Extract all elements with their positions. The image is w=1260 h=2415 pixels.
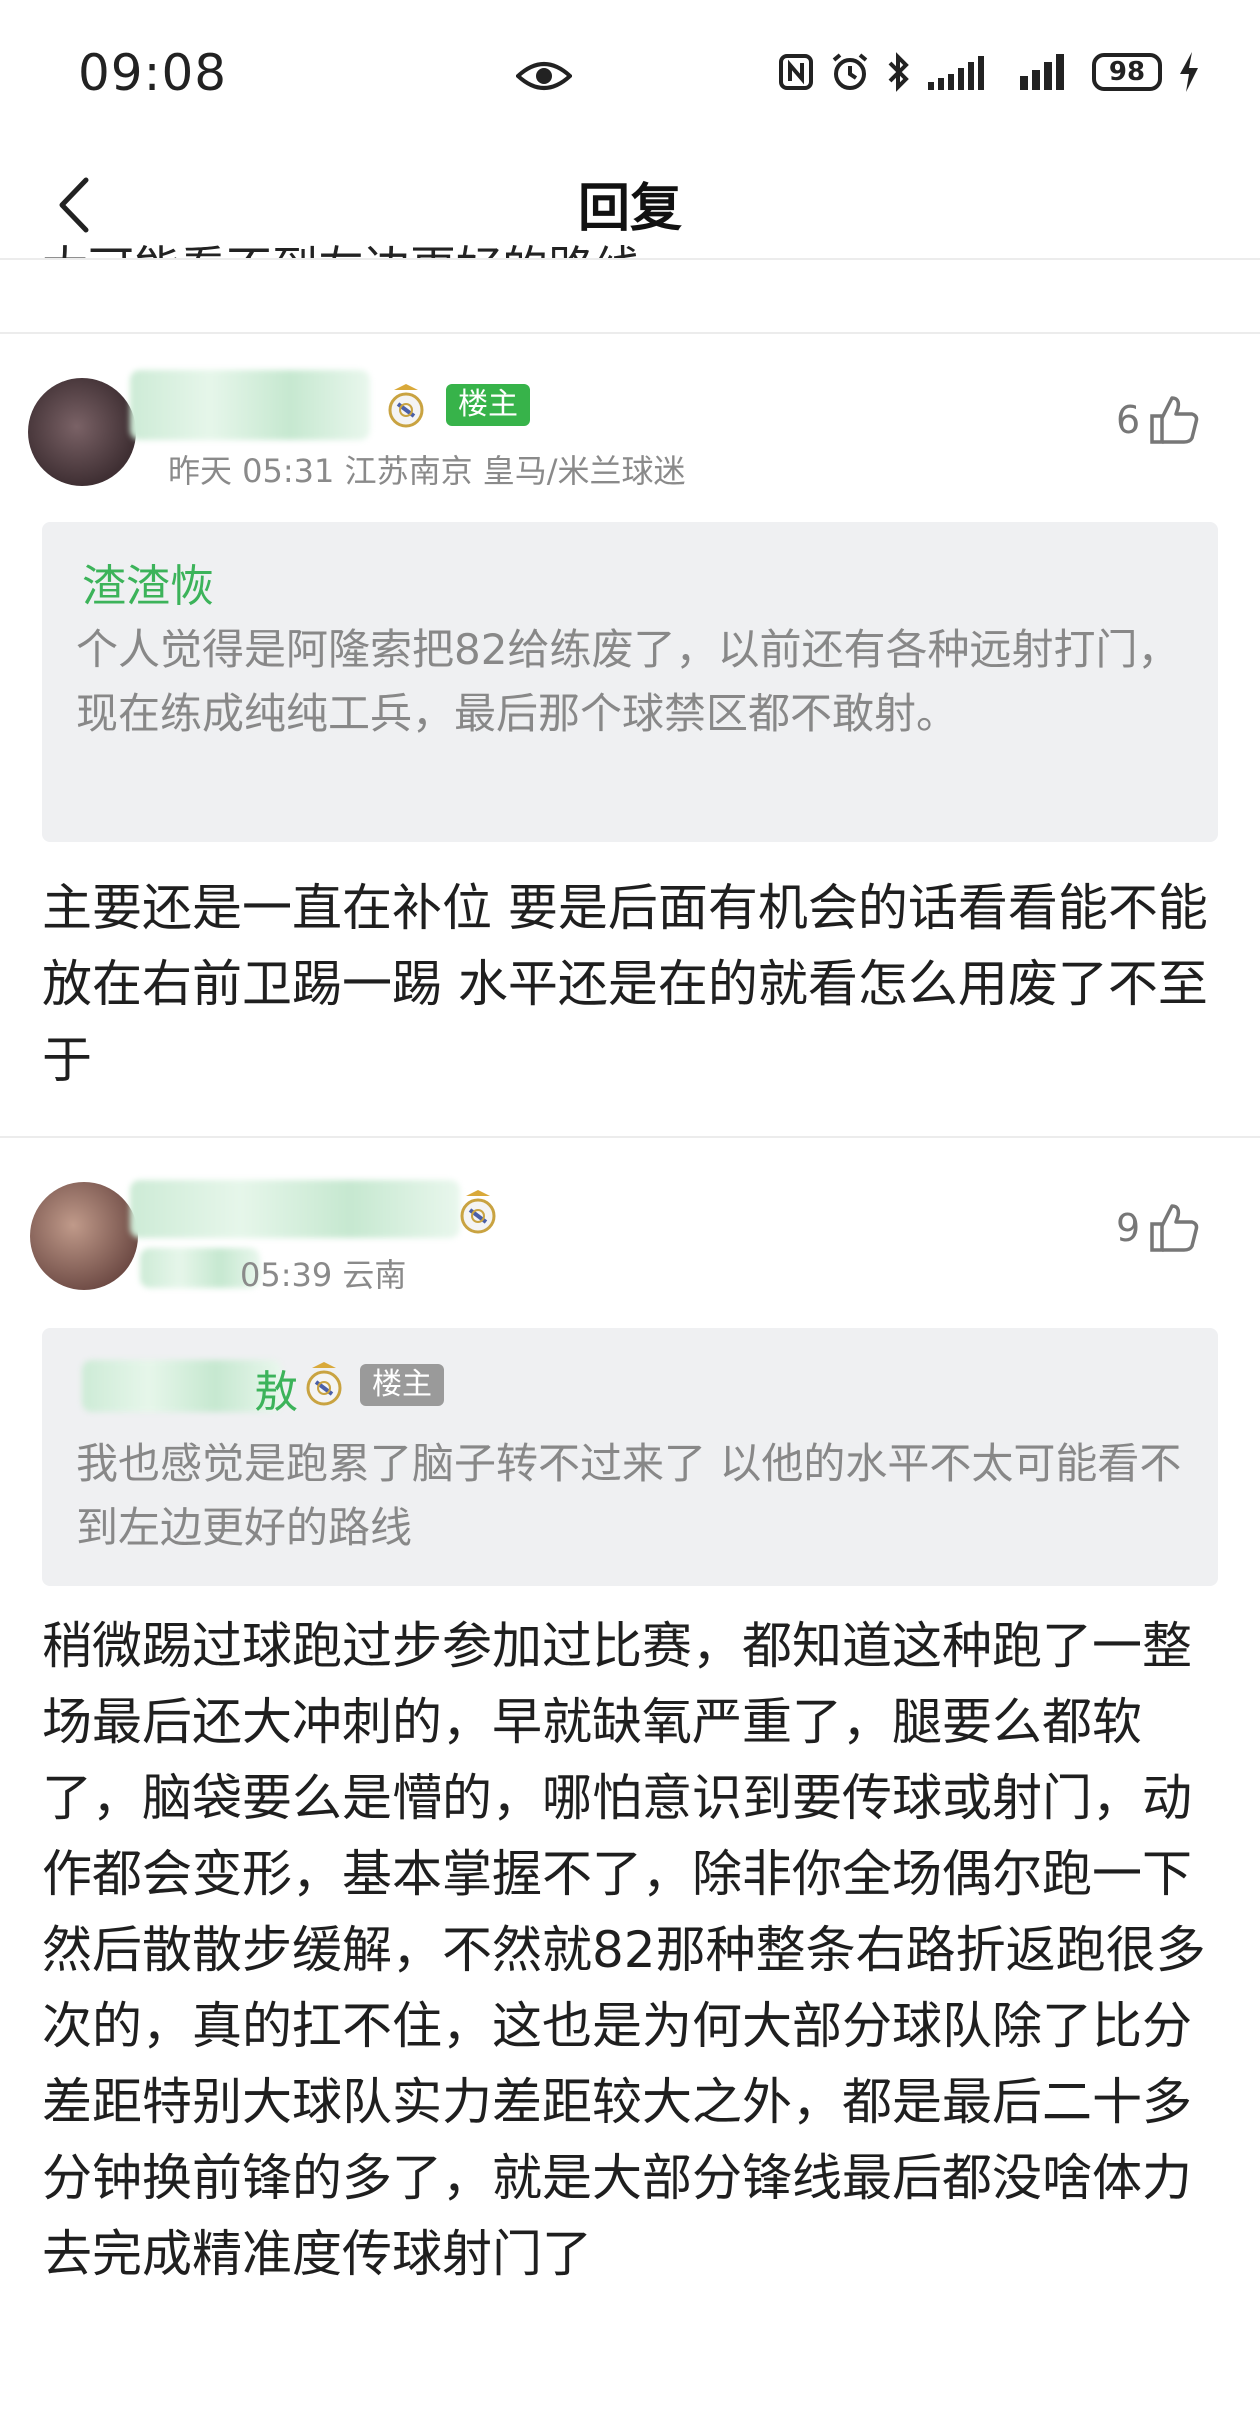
thumbs-up-icon [1150, 1204, 1199, 1252]
club-crest-icon [306, 1362, 342, 1406]
club-crest-icon [388, 384, 424, 428]
quote-text: 我也感觉是跑累了脑子转不过来了 以他的水平不太可能看不到左边更好的路线 [76, 1439, 1182, 1552]
battery-icon: 98 [1092, 53, 1162, 91]
quoted-reply[interactable]: 渣渣恢 个人觉得是阿隆索把82给练废了，以前还有各种远射打门，现在练成纯纯工兵，… [42, 522, 1218, 842]
quote-author-blurred[interactable] [82, 1360, 282, 1412]
owner-tag: 楼主 [360, 1364, 444, 1406]
comment-item[interactable]: 05:39 云南 9 敖 楼主 我也感觉是跑累了脑子转不过来了 以他的水平不太可… [0, 1138, 1260, 2415]
quote-author[interactable]: 渣渣恢 [82, 550, 214, 614]
username-blurred[interactable] [130, 1180, 460, 1238]
thumbs-up-icon [1150, 396, 1199, 444]
comment-meta: 昨天 05:31 江苏南京 皇马/米兰球迷 [168, 452, 686, 490]
signal-icon [1020, 54, 1064, 90]
status-bar: 09:08 98 [0, 0, 1260, 150]
username-blurred[interactable] [130, 370, 370, 440]
eye-icon [516, 62, 572, 90]
bluetooth-icon [888, 52, 909, 92]
avatar[interactable] [30, 1182, 138, 1290]
alarm-icon [832, 53, 868, 90]
comment-meta: 05:39 云南 [240, 1256, 407, 1294]
system-icons: 98 [778, 52, 1200, 92]
header-divider [0, 258, 1260, 260]
quoted-reply[interactable]: 敖 楼主 我也感觉是跑累了脑子转不过来了 以他的水平不太可能看不到左边更好的路线 [42, 1328, 1218, 1586]
like-count: 9 [1116, 1206, 1141, 1250]
signal-icon [928, 56, 984, 90]
comment-body: 稍微踢过球跑过步参加过比赛，都知道这种跑了一整场最后还大冲刺的，早就缺氧严重了，… [42, 1617, 1206, 2283]
quote-text: 个人觉得是阿隆索把82给练废了，以前还有各种远射打门，现在练成纯纯工兵，最后那个… [76, 625, 1180, 738]
page-title: 回复 [577, 179, 682, 239]
like-button[interactable]: 9 [1116, 1202, 1200, 1254]
nfc-icon [779, 54, 813, 90]
avatar[interactable] [28, 378, 136, 486]
comment-body: 主要还是一直在补位 要是后面有机会的话看看能不能放在右前卫踢一踢 水平还是在的就… [42, 879, 1208, 1089]
status-time: 09:08 [78, 44, 228, 102]
quote-author[interactable]: 敖 [254, 1356, 298, 1420]
charging-icon [1180, 52, 1198, 92]
like-button[interactable]: 6 [1116, 394, 1200, 446]
club-crest-icon [460, 1190, 496, 1234]
comment-item[interactable]: 楼主 昨天 05:31 江苏南京 皇马/米兰球迷 6 渣渣恢 个人觉得是阿隆索把… [0, 334, 1260, 1136]
like-count: 6 [1116, 398, 1141, 442]
owner-tag: 楼主 [446, 384, 530, 426]
